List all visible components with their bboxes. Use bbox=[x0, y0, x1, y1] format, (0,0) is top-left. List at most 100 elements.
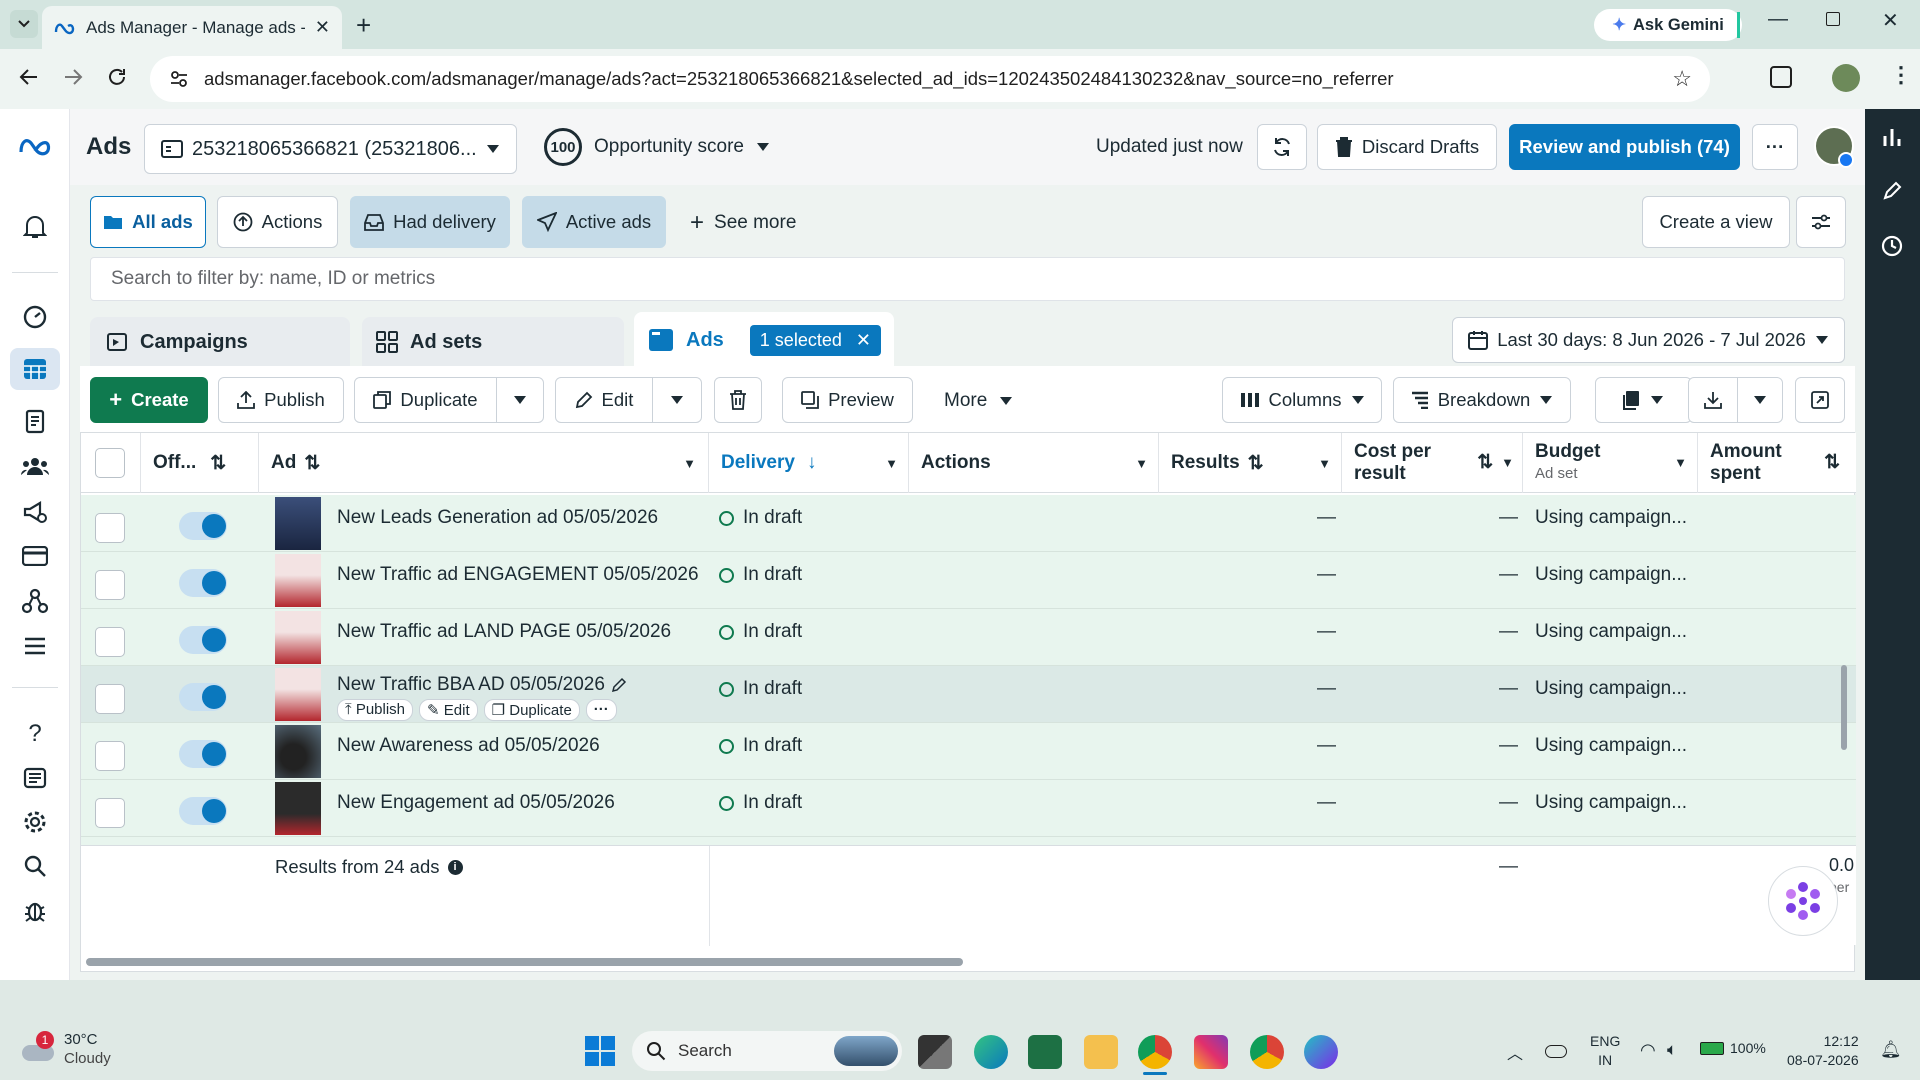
tab-ad-sets[interactable]: Ad sets bbox=[362, 317, 624, 367]
caret-down-icon[interactable]: ▼ bbox=[1135, 456, 1148, 471]
refresh-button[interactable] bbox=[1257, 124, 1307, 170]
row-checkbox[interactable] bbox=[95, 684, 125, 714]
excel-icon[interactable] bbox=[1028, 1035, 1062, 1069]
meta-logo-icon[interactable] bbox=[18, 131, 52, 161]
had-delivery-filter[interactable]: Had delivery bbox=[350, 196, 510, 248]
preview-button[interactable]: Preview bbox=[782, 377, 913, 423]
row-duplicate-button[interactable]: ❐ Duplicate bbox=[483, 699, 580, 721]
row-checkbox[interactable] bbox=[95, 627, 125, 657]
wifi-icon[interactable]: ◠ bbox=[1640, 1040, 1656, 1061]
more-options-button[interactable]: ··· bbox=[1752, 124, 1798, 170]
caret-down-icon[interactable]: ▼ bbox=[1318, 456, 1331, 471]
maximize-button[interactable] bbox=[1826, 12, 1840, 26]
settings-gear-icon[interactable] bbox=[20, 807, 50, 837]
create-button[interactable]: + Create bbox=[90, 377, 208, 423]
volume-icon[interactable]: 🔈︎ bbox=[1667, 1040, 1677, 1060]
show-hidden-icons[interactable]: ︿ bbox=[1507, 1040, 1523, 1064]
caret-down-icon[interactable]: ▼ bbox=[1501, 452, 1514, 474]
browser-tab-active[interactable]: Ads Manager - Manage ads - C ✕ bbox=[42, 6, 342, 49]
address-bar[interactable]: adsmanager.facebook.com/adsmanager/manag… bbox=[150, 56, 1710, 102]
view-settings-button[interactable] bbox=[1796, 196, 1846, 248]
table-row[interactable]: New Engagement ad 05/05/2026 In draft — … bbox=[81, 780, 1856, 837]
forward-arrow-icon[interactable] bbox=[62, 66, 84, 88]
ad-on-off-toggle[interactable] bbox=[179, 569, 227, 597]
opportunity-score[interactable]: 100 Opportunity score bbox=[544, 128, 770, 166]
edge-browser-icon[interactable] bbox=[974, 1035, 1008, 1069]
pencil-edit-icon[interactable] bbox=[1882, 181, 1902, 201]
sort-icon[interactable]: ⇅ bbox=[1477, 452, 1493, 474]
notification-bell-icon[interactable]: 🔔︎ bbox=[1880, 1040, 1902, 1060]
duplicate-dropdown[interactable] bbox=[496, 377, 544, 423]
review-and-publish-button[interactable]: Review and publish (74) bbox=[1509, 124, 1740, 170]
back-arrow-icon[interactable] bbox=[18, 66, 40, 88]
task-view-icon[interactable] bbox=[918, 1035, 952, 1069]
ai-assistant-button[interactable] bbox=[1768, 866, 1838, 936]
publish-button[interactable]: Publish bbox=[218, 377, 344, 423]
actions-filter[interactable]: Actions bbox=[217, 196, 338, 248]
events-manager-icon[interactable] bbox=[20, 586, 50, 616]
breakdown-button[interactable]: Breakdown bbox=[1393, 377, 1571, 423]
table-row[interactable]: New Awareness ad 05/05/2026 In draft — —… bbox=[81, 723, 1856, 780]
create-view-button[interactable]: Create a view bbox=[1642, 196, 1790, 248]
col-amount-spent[interactable]: Amount spent ⇅ bbox=[1698, 433, 1856, 493]
minimize-button[interactable]: — bbox=[1768, 8, 1788, 31]
col-cost-per-result[interactable]: Cost per result ⇅ ▼ bbox=[1342, 433, 1523, 493]
discard-drafts-button[interactable]: Discard Drafts bbox=[1317, 124, 1497, 170]
columns-button[interactable]: Columns bbox=[1222, 377, 1382, 423]
taskbar-search[interactable]: Search bbox=[632, 1031, 902, 1071]
row-checkbox[interactable] bbox=[95, 798, 125, 828]
history-clock-icon[interactable] bbox=[1881, 235, 1903, 257]
duplicate-button[interactable]: Duplicate bbox=[354, 377, 497, 423]
billing-card-icon[interactable] bbox=[20, 541, 50, 571]
sort-icon[interactable]: ⇅ bbox=[1824, 452, 1840, 474]
file-explorer-icon[interactable] bbox=[1084, 1035, 1118, 1069]
vertical-scrollbar[interactable] bbox=[1841, 665, 1847, 750]
onedrive-icon[interactable] bbox=[1545, 1045, 1567, 1058]
row-checkbox[interactable] bbox=[95, 741, 125, 771]
selected-chip[interactable]: 1 selected ✕ bbox=[749, 324, 881, 356]
bar-chart-icon[interactable] bbox=[1882, 127, 1902, 147]
table-row[interactable]: New Traffic ad LAND PAGE 05/05/2026 In d… bbox=[81, 609, 1856, 666]
delete-button[interactable] bbox=[714, 377, 762, 423]
browser-menu-icon[interactable]: ⋮ bbox=[1890, 62, 1912, 88]
chrome-profile-icon[interactable] bbox=[1250, 1035, 1284, 1069]
extensions-icon[interactable] bbox=[1770, 66, 1792, 88]
profile-avatar[interactable] bbox=[1832, 64, 1860, 92]
close-tab-icon[interactable]: ✕ bbox=[315, 17, 330, 38]
row-edit-button[interactable]: ✎ Edit bbox=[419, 699, 478, 721]
campaign-megaphone-icon[interactable] bbox=[20, 497, 50, 527]
ad-name[interactable]: New Leads Generation ad 05/05/2026 bbox=[337, 507, 658, 529]
select-all-checkbox[interactable] bbox=[95, 448, 125, 478]
edit-dropdown[interactable] bbox=[652, 377, 702, 423]
ad-on-off-toggle[interactable] bbox=[179, 512, 227, 540]
caret-down-icon[interactable]: ▼ bbox=[885, 456, 898, 471]
language-indicator[interactable]: ENG IN bbox=[1590, 1032, 1620, 1070]
ad-name[interactable]: New Traffic ad ENGAGEMENT 05/05/2026 bbox=[337, 564, 699, 586]
info-icon[interactable]: i bbox=[447, 859, 463, 875]
account-selector[interactable]: 253218065366821 (25321806... bbox=[144, 124, 517, 174]
col-actions[interactable]: Actions ▼ bbox=[909, 433, 1159, 493]
chrome-icon[interactable] bbox=[1138, 1035, 1172, 1069]
ad-name[interactable]: New Engagement ad 05/05/2026 bbox=[337, 792, 615, 814]
ad-on-off-toggle[interactable] bbox=[179, 740, 227, 768]
ad-on-off-toggle[interactable] bbox=[179, 626, 227, 654]
row-publish-button[interactable]: ⤒ Publish bbox=[337, 699, 414, 721]
ad-name[interactable]: New Awareness ad 05/05/2026 bbox=[337, 735, 600, 757]
overview-gauge-icon[interactable] bbox=[20, 302, 50, 332]
close-window-button[interactable]: ✕ bbox=[1882, 8, 1899, 33]
ask-gemini-button[interactable]: ✦ Ask Gemini bbox=[1594, 9, 1742, 41]
instagram-icon[interactable] bbox=[1194, 1035, 1228, 1069]
col-results[interactable]: Results ⇅ ▼ bbox=[1159, 433, 1342, 493]
search-icon[interactable] bbox=[20, 851, 50, 881]
open-report-button[interactable] bbox=[1795, 377, 1845, 423]
canva-icon[interactable] bbox=[1304, 1035, 1338, 1069]
export-button[interactable] bbox=[1688, 377, 1738, 423]
tab-campaigns[interactable]: Campaigns bbox=[90, 317, 350, 367]
search-filter-input[interactable]: Search to filter by: name, ID or metrics bbox=[90, 257, 1845, 301]
tab-ads[interactable]: Ads 1 selected ✕ bbox=[634, 312, 894, 368]
more-actions-button[interactable]: More bbox=[944, 390, 1013, 412]
edit-button[interactable]: Edit bbox=[555, 377, 653, 423]
row-checkbox[interactable] bbox=[95, 570, 125, 600]
col-off[interactable]: Off... ⇅ bbox=[141, 433, 259, 493]
date-range-picker[interactable]: Last 30 days: 8 Jun 2026 - 7 Jul 2026 bbox=[1452, 317, 1845, 363]
